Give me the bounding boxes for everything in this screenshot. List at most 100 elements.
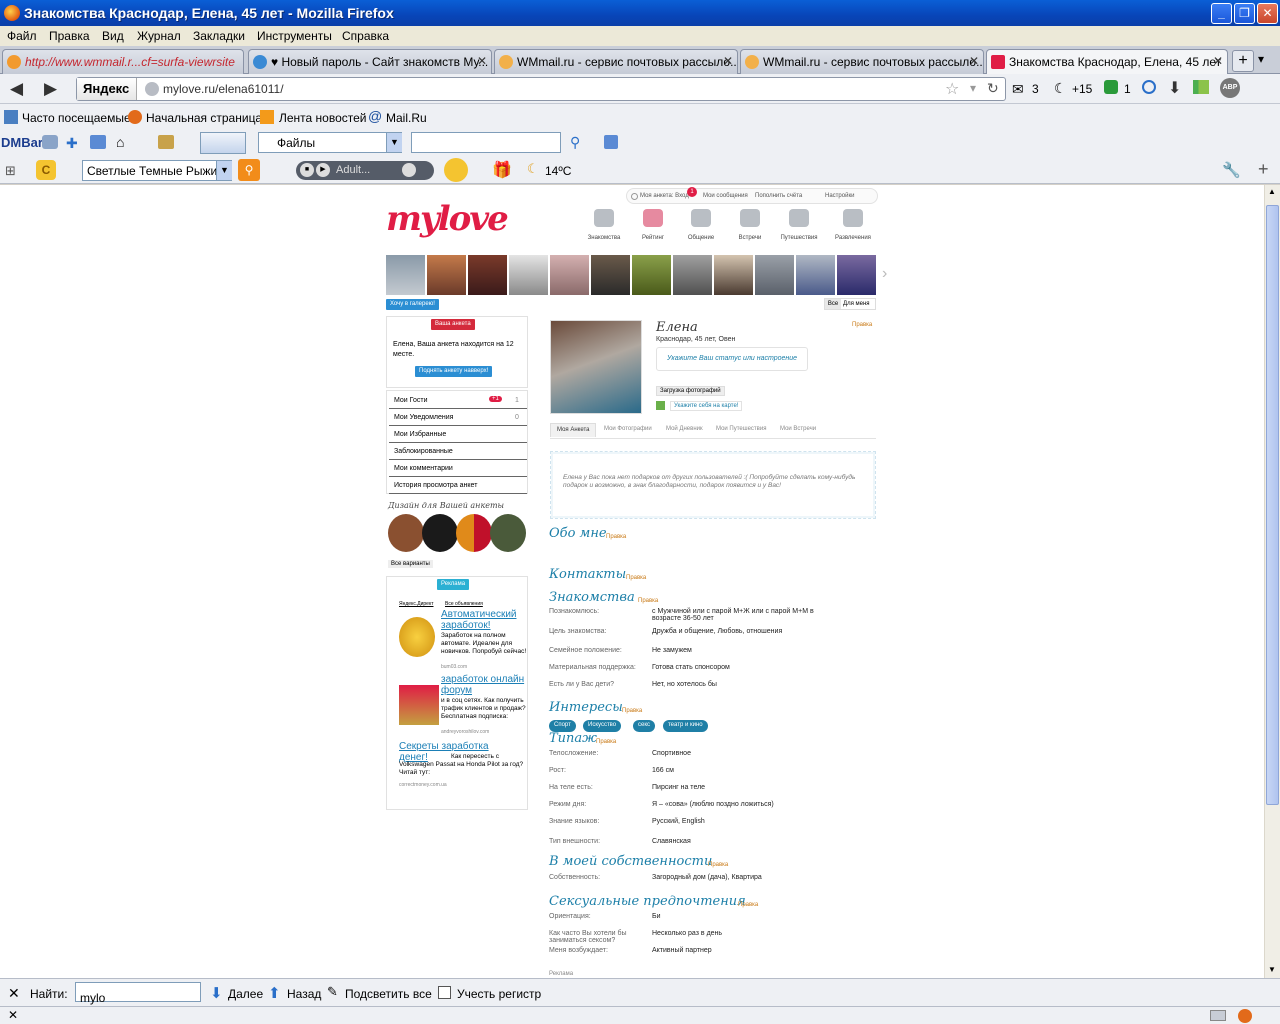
menu-view[interactable]: Вид bbox=[102, 29, 124, 43]
edit-link[interactable]: Правка bbox=[738, 902, 758, 908]
scroll-up-icon[interactable]: ▲ bbox=[1268, 187, 1276, 196]
gallery-photo[interactable] bbox=[427, 255, 466, 295]
close-find-icon[interactable]: ✕ bbox=[8, 985, 20, 1002]
raise-profile-button[interactable]: Поднять анкету навверх! bbox=[415, 366, 493, 377]
nav-travel[interactable]: Путешествия bbox=[779, 235, 819, 241]
dmbar-search-input[interactable] bbox=[411, 132, 561, 153]
maximize-button[interactable]: ❐ bbox=[1234, 3, 1255, 24]
status-prompt[interactable]: Укажите Ваш статус или настроение bbox=[656, 347, 808, 371]
close-tab-icon[interactable]: ✕ bbox=[969, 54, 979, 68]
tab-wmmail-2[interactable]: WMmail.ru - сервис почтовых рассыло... ✕ bbox=[740, 49, 984, 74]
edit-link[interactable]: Правка bbox=[626, 575, 646, 581]
edit-link[interactable]: Правка bbox=[638, 598, 658, 604]
edit-link[interactable]: Правка bbox=[606, 534, 626, 540]
scroll-thumb[interactable] bbox=[1266, 205, 1279, 805]
close-tab-icon[interactable]: ✕ bbox=[477, 54, 487, 68]
play-icon[interactable]: ▶ bbox=[316, 163, 330, 177]
left-menu-item[interactable]: Мои Гости +1 1 bbox=[389, 393, 527, 409]
bookmark-news[interactable]: Лента новостей bbox=[279, 111, 367, 125]
yandex-button[interactable]: Яндекс bbox=[77, 78, 137, 100]
match-case-label[interactable]: Учесть регистр bbox=[457, 987, 541, 1001]
gallery-photo[interactable] bbox=[755, 255, 794, 295]
chevron-right-icon[interactable]: › bbox=[882, 265, 887, 283]
edit-link[interactable]: Правка bbox=[596, 739, 616, 745]
scroll-down-icon[interactable]: ▼ bbox=[1268, 965, 1276, 974]
stop-icon[interactable]: ■ bbox=[300, 163, 314, 177]
bookmark-mailru[interactable]: Mail.Ru bbox=[386, 111, 427, 125]
link-topup[interactable]: Пополнить счёта bbox=[755, 193, 802, 199]
link-settings[interactable]: Настройки bbox=[825, 193, 854, 199]
search-nav-icon[interactable] bbox=[594, 209, 614, 227]
link-messages[interactable]: Мои сообщения bbox=[703, 193, 748, 199]
ad-book-image[interactable] bbox=[399, 685, 439, 725]
ad-domain[interactable]: bum03.com bbox=[441, 664, 467, 670]
green-icon[interactable] bbox=[1104, 80, 1118, 94]
dropdown-icon[interactable]: ▾ bbox=[970, 81, 976, 95]
profile-photo[interactable] bbox=[550, 320, 642, 414]
interest-tag[interactable]: театр и кино bbox=[663, 720, 708, 732]
ad-domain[interactable]: correctmoney.com.ua bbox=[399, 782, 447, 788]
left-menu-item[interactable]: Мои Избранные bbox=[389, 427, 527, 443]
ad-coin-image[interactable] bbox=[399, 617, 435, 657]
edit-link[interactable]: Правка bbox=[852, 322, 872, 328]
ad-title[interactable]: заработок онлайн форум bbox=[441, 674, 527, 696]
design-swatch-black[interactable] bbox=[422, 514, 458, 552]
tab-my-meetings[interactable]: Мои Встречи bbox=[774, 423, 822, 437]
forward-button[interactable]: ▶ bbox=[44, 79, 57, 99]
nav-rating[interactable]: Рейтинг bbox=[633, 235, 673, 241]
menu-bookmarks[interactable]: Закладки bbox=[193, 29, 245, 43]
menu-file[interactable]: Файл bbox=[7, 29, 37, 43]
mylove-logo[interactable]: mylove bbox=[386, 199, 509, 239]
close-icon[interactable]: ✕ bbox=[8, 1008, 18, 1022]
menu-history[interactable]: Журнал bbox=[137, 29, 181, 43]
tab-wmmail-1[interactable]: WMmail.ru - сервис почтовых рассыло... ✕ bbox=[494, 49, 738, 74]
chevron-down-icon[interactable]: ▼ bbox=[386, 133, 402, 152]
gallery-photo[interactable] bbox=[468, 255, 507, 295]
bookmark-start-page[interactable]: Начальная страница bbox=[146, 111, 262, 125]
toggle-for-me[interactable]: Для меня bbox=[843, 299, 870, 307]
find-input[interactable]: mylo bbox=[75, 982, 201, 1005]
vertical-scrollbar[interactable]: ▲ ▼ bbox=[1264, 185, 1280, 978]
add-icon[interactable]: ✚ bbox=[66, 135, 78, 152]
tools-icon[interactable] bbox=[158, 135, 174, 149]
map-link[interactable]: Укажите себя на карте! bbox=[670, 401, 743, 411]
home-icon[interactable]: ⌂ bbox=[116, 134, 124, 150]
mail-icon[interactable]: ✉ bbox=[1012, 81, 1024, 98]
menu-edit[interactable]: Правка bbox=[49, 29, 90, 43]
volume-icon[interactable] bbox=[402, 163, 416, 177]
gallery-photo[interactable] bbox=[509, 255, 548, 295]
download-manager-icon[interactable] bbox=[604, 135, 618, 149]
find-prev-button[interactable]: Назад bbox=[287, 987, 321, 1001]
url-text[interactable]: mylove.ru/elena61011/ bbox=[163, 82, 284, 96]
signal-icon[interactable] bbox=[1193, 80, 1209, 94]
nav-meetings[interactable]: Встречи bbox=[730, 235, 770, 241]
new-tab-button[interactable]: + bbox=[1232, 50, 1254, 72]
gallery-photo[interactable] bbox=[673, 255, 712, 295]
gallery-photo[interactable] bbox=[632, 255, 671, 295]
left-menu-item[interactable]: Мои комментарии bbox=[389, 461, 527, 477]
ad-title[interactable]: Автоматический заработок! bbox=[441, 609, 527, 631]
design-swatch-brown[interactable] bbox=[388, 514, 424, 552]
windows-icon[interactable] bbox=[90, 135, 106, 149]
nav-entertainment[interactable]: Развлечения bbox=[833, 235, 873, 241]
wrench-icon[interactable]: 🔧 bbox=[1222, 161, 1241, 179]
c-logo-icon[interactable]: C bbox=[36, 160, 56, 180]
close-tab-icon[interactable]: ✕ bbox=[1213, 54, 1223, 68]
heart-nav-icon[interactable] bbox=[643, 209, 663, 227]
reload-icon[interactable]: ↻ bbox=[987, 80, 999, 97]
gallery-photo[interactable] bbox=[796, 255, 835, 295]
tab-wmmail-surf[interactable]: http://www.wmmail.r...cf=surfa-viewrsite bbox=[2, 49, 244, 74]
chevron-down-icon[interactable]: ▼ bbox=[216, 161, 232, 180]
left-menu-item[interactable]: Заблокированные bbox=[389, 444, 527, 460]
weather-temp[interactable]: 14ºC bbox=[545, 164, 571, 178]
design-swatch-camo[interactable] bbox=[490, 514, 526, 552]
yandex-direct-link[interactable]: Яндекс.Директ bbox=[399, 601, 433, 607]
c-icon[interactable] bbox=[1142, 80, 1156, 94]
join-gallery-button[interactable]: Хочу в галерею! bbox=[386, 299, 439, 310]
tab-my-photos[interactable]: Мои Фотографии bbox=[598, 423, 658, 437]
adblock-icon[interactable]: ABP bbox=[1220, 78, 1240, 98]
edit-link[interactable]: Правка bbox=[622, 708, 642, 714]
suitcase-nav-icon[interactable] bbox=[789, 209, 809, 227]
close-tab-icon[interactable]: ✕ bbox=[723, 54, 733, 68]
edit-link[interactable]: Правка bbox=[708, 862, 728, 868]
